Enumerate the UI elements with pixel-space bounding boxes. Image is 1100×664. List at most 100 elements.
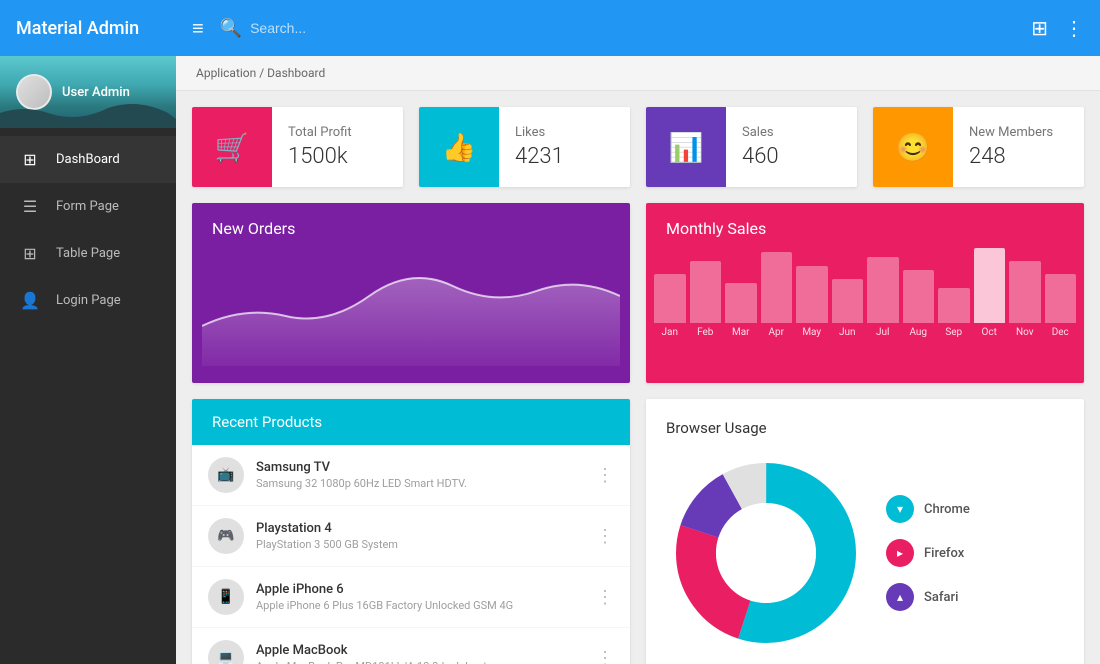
content-area: 🛒 Total Profit 1500k 👍 Likes 4231 📊 [176, 91, 1100, 664]
browser-title: Browser Usage [666, 419, 1064, 437]
grid-icon[interactable]: ⊞ [1031, 16, 1048, 40]
product-name: Apple MacBook [256, 643, 584, 658]
stat-card-members: 😊 New Members 248 [873, 107, 1084, 187]
avatar [16, 74, 52, 110]
sidebar-label-table: Table Page [56, 246, 120, 261]
product-info: Apple MacBook Apple MacBook Pro MD101LL/… [256, 643, 584, 664]
new-orders-card: New Orders [192, 203, 630, 383]
product-icon: 🎮 [208, 518, 244, 554]
sales-label: Sales [742, 125, 779, 140]
layout: User Admin ⊞ DashBoard ☰ Form Page ⊞ Tab… [0, 56, 1100, 664]
sales-bar-oct [974, 248, 1006, 323]
sales-bar-may [796, 266, 828, 323]
monthly-sales-title: Monthly Sales [646, 203, 1084, 242]
sales-bar-col-jul: Jul [867, 257, 899, 342]
sales-bar-label-dec: Dec [1052, 327, 1069, 342]
sales-bars: JanFebMarAprMayJunJulAugSepOctNovDec [646, 242, 1084, 342]
sales-bar-apr [761, 252, 793, 323]
sales-bar-col-sep: Sep [938, 288, 970, 342]
products-card: Recent Products 📺 Samsung TV Samsung 32 … [192, 399, 630, 664]
safari-dot: ▴ [886, 583, 914, 611]
legend-item-firefox: ▸ Firefox [886, 539, 970, 567]
firefox-label: Firefox [924, 546, 964, 561]
sales-bar-label-mar: Mar [732, 327, 750, 342]
sales-bar-nov [1009, 261, 1041, 323]
likes-icon: 👍 [419, 107, 499, 187]
browser-card: Browser Usage [646, 399, 1084, 664]
search-input[interactable] [250, 20, 1031, 36]
product-desc: Apple iPhone 6 Plus 16GB Factory Unlocke… [256, 599, 584, 612]
product-more-icon[interactable]: ⋮ [596, 465, 614, 486]
stat-card-likes: 👍 Likes 4231 [419, 107, 630, 187]
sidebar-label-login: Login Page [56, 293, 121, 308]
form-icon: ☰ [20, 197, 40, 216]
sidebar-item-form[interactable]: ☰ Form Page [0, 183, 176, 230]
profit-icon: 🛒 [192, 107, 272, 187]
donut-chart [666, 453, 866, 653]
product-icon: 📱 [208, 579, 244, 615]
topbar-actions: ⊞ ⋮ [1031, 16, 1084, 40]
product-name: Apple iPhone 6 [256, 582, 584, 597]
product-more-icon[interactable]: ⋮ [596, 526, 614, 547]
sales-bar-label-aug: Aug [909, 327, 927, 342]
sales-bar-col-nov: Nov [1009, 261, 1041, 342]
sales-bar-label-sep: Sep [945, 327, 962, 342]
orders-chart [192, 246, 630, 366]
product-name: Samsung TV [256, 460, 584, 475]
sales-bar-mar [725, 283, 757, 323]
sales-bar-col-may: May [796, 266, 828, 342]
sales-bar-col-oct: Oct [974, 248, 1006, 342]
product-more-icon[interactable]: ⋮ [596, 648, 614, 664]
members-info: New Members 248 [953, 113, 1069, 181]
sidebar-label-dashboard: DashBoard [56, 152, 120, 167]
product-name: Playstation 4 [256, 521, 584, 536]
breadcrumb: Application / Dashboard [176, 56, 1100, 91]
product-desc: Samsung 32 1080p 60Hz LED Smart HDTV. [256, 477, 584, 490]
members-label: New Members [969, 125, 1053, 140]
sales-bar-col-apr: Apr [761, 252, 793, 342]
sales-info: Sales 460 [726, 113, 795, 181]
sales-bar-jun [832, 279, 864, 323]
sales-bar-label-jul: Jul [876, 327, 889, 342]
stat-card-sales: 📊 Sales 460 [646, 107, 857, 187]
products-header: Recent Products [192, 399, 630, 445]
product-item: 💻 Apple MacBook Apple MacBook Pro MD101L… [192, 628, 630, 664]
sales-bar-sep [938, 288, 970, 323]
sales-value: 460 [742, 144, 779, 169]
product-more-icon[interactable]: ⋮ [596, 587, 614, 608]
sidebar: User Admin ⊞ DashBoard ☰ Form Page ⊞ Tab… [0, 56, 176, 664]
firefox-dot: ▸ [886, 539, 914, 567]
sales-bar-dec [1045, 274, 1077, 323]
more-icon[interactable]: ⋮ [1064, 16, 1084, 40]
menu-icon[interactable]: ≡ [192, 16, 204, 41]
members-icon: 😊 [873, 107, 953, 187]
legend-item-safari: ▴ Safari [886, 583, 970, 611]
product-item: 📱 Apple iPhone 6 Apple iPhone 6 Plus 16G… [192, 567, 630, 628]
sales-bar-label-apr: Apr [768, 327, 784, 342]
sidebar-item-dashboard[interactable]: ⊞ DashBoard [0, 136, 176, 183]
stat-card-profit: 🛒 Total Profit 1500k [192, 107, 403, 187]
monthly-sales-card: Monthly Sales JanFebMarAprMayJunJulAugSe… [646, 203, 1084, 383]
sales-bar-label-jun: Jun [839, 327, 856, 342]
sidebar-item-login[interactable]: 👤 Login Page [0, 277, 176, 324]
sidebar-label-form: Form Page [56, 199, 119, 214]
product-desc: Apple MacBook Pro MD101LL/A 13.3-Inch La… [256, 660, 584, 664]
browser-content: ▾ Chrome ▸ Firefox ▴ Safari [666, 453, 1064, 653]
topbar: Material Admin ≡ 🔍 ⊞ ⋮ [0, 0, 1100, 56]
likes-value: 4231 [515, 144, 564, 169]
sales-bar-col-jan: Jan [654, 274, 686, 342]
sales-bar-col-mar: Mar [725, 283, 757, 342]
products-list: 📺 Samsung TV Samsung 32 1080p 60Hz LED S… [192, 445, 630, 664]
browser-legend: ▾ Chrome ▸ Firefox ▴ Safari [886, 495, 970, 611]
likes-info: Likes 4231 [499, 113, 580, 181]
product-info: Playstation 4 PlayStation 3 500 GB Syste… [256, 521, 584, 551]
sales-icon: 📊 [646, 107, 726, 187]
sales-bar-aug [903, 270, 935, 323]
chrome-label: Chrome [924, 502, 970, 517]
search-bar: 🔍 [220, 18, 1032, 39]
sidebar-item-table[interactable]: ⊞ Table Page [0, 230, 176, 277]
safari-label: Safari [924, 590, 958, 605]
sales-bar-col-dec: Dec [1045, 274, 1077, 342]
sidebar-nav: ⊞ DashBoard ☰ Form Page ⊞ Table Page 👤 L… [0, 128, 176, 664]
sidebar-user: User Admin [0, 56, 176, 128]
